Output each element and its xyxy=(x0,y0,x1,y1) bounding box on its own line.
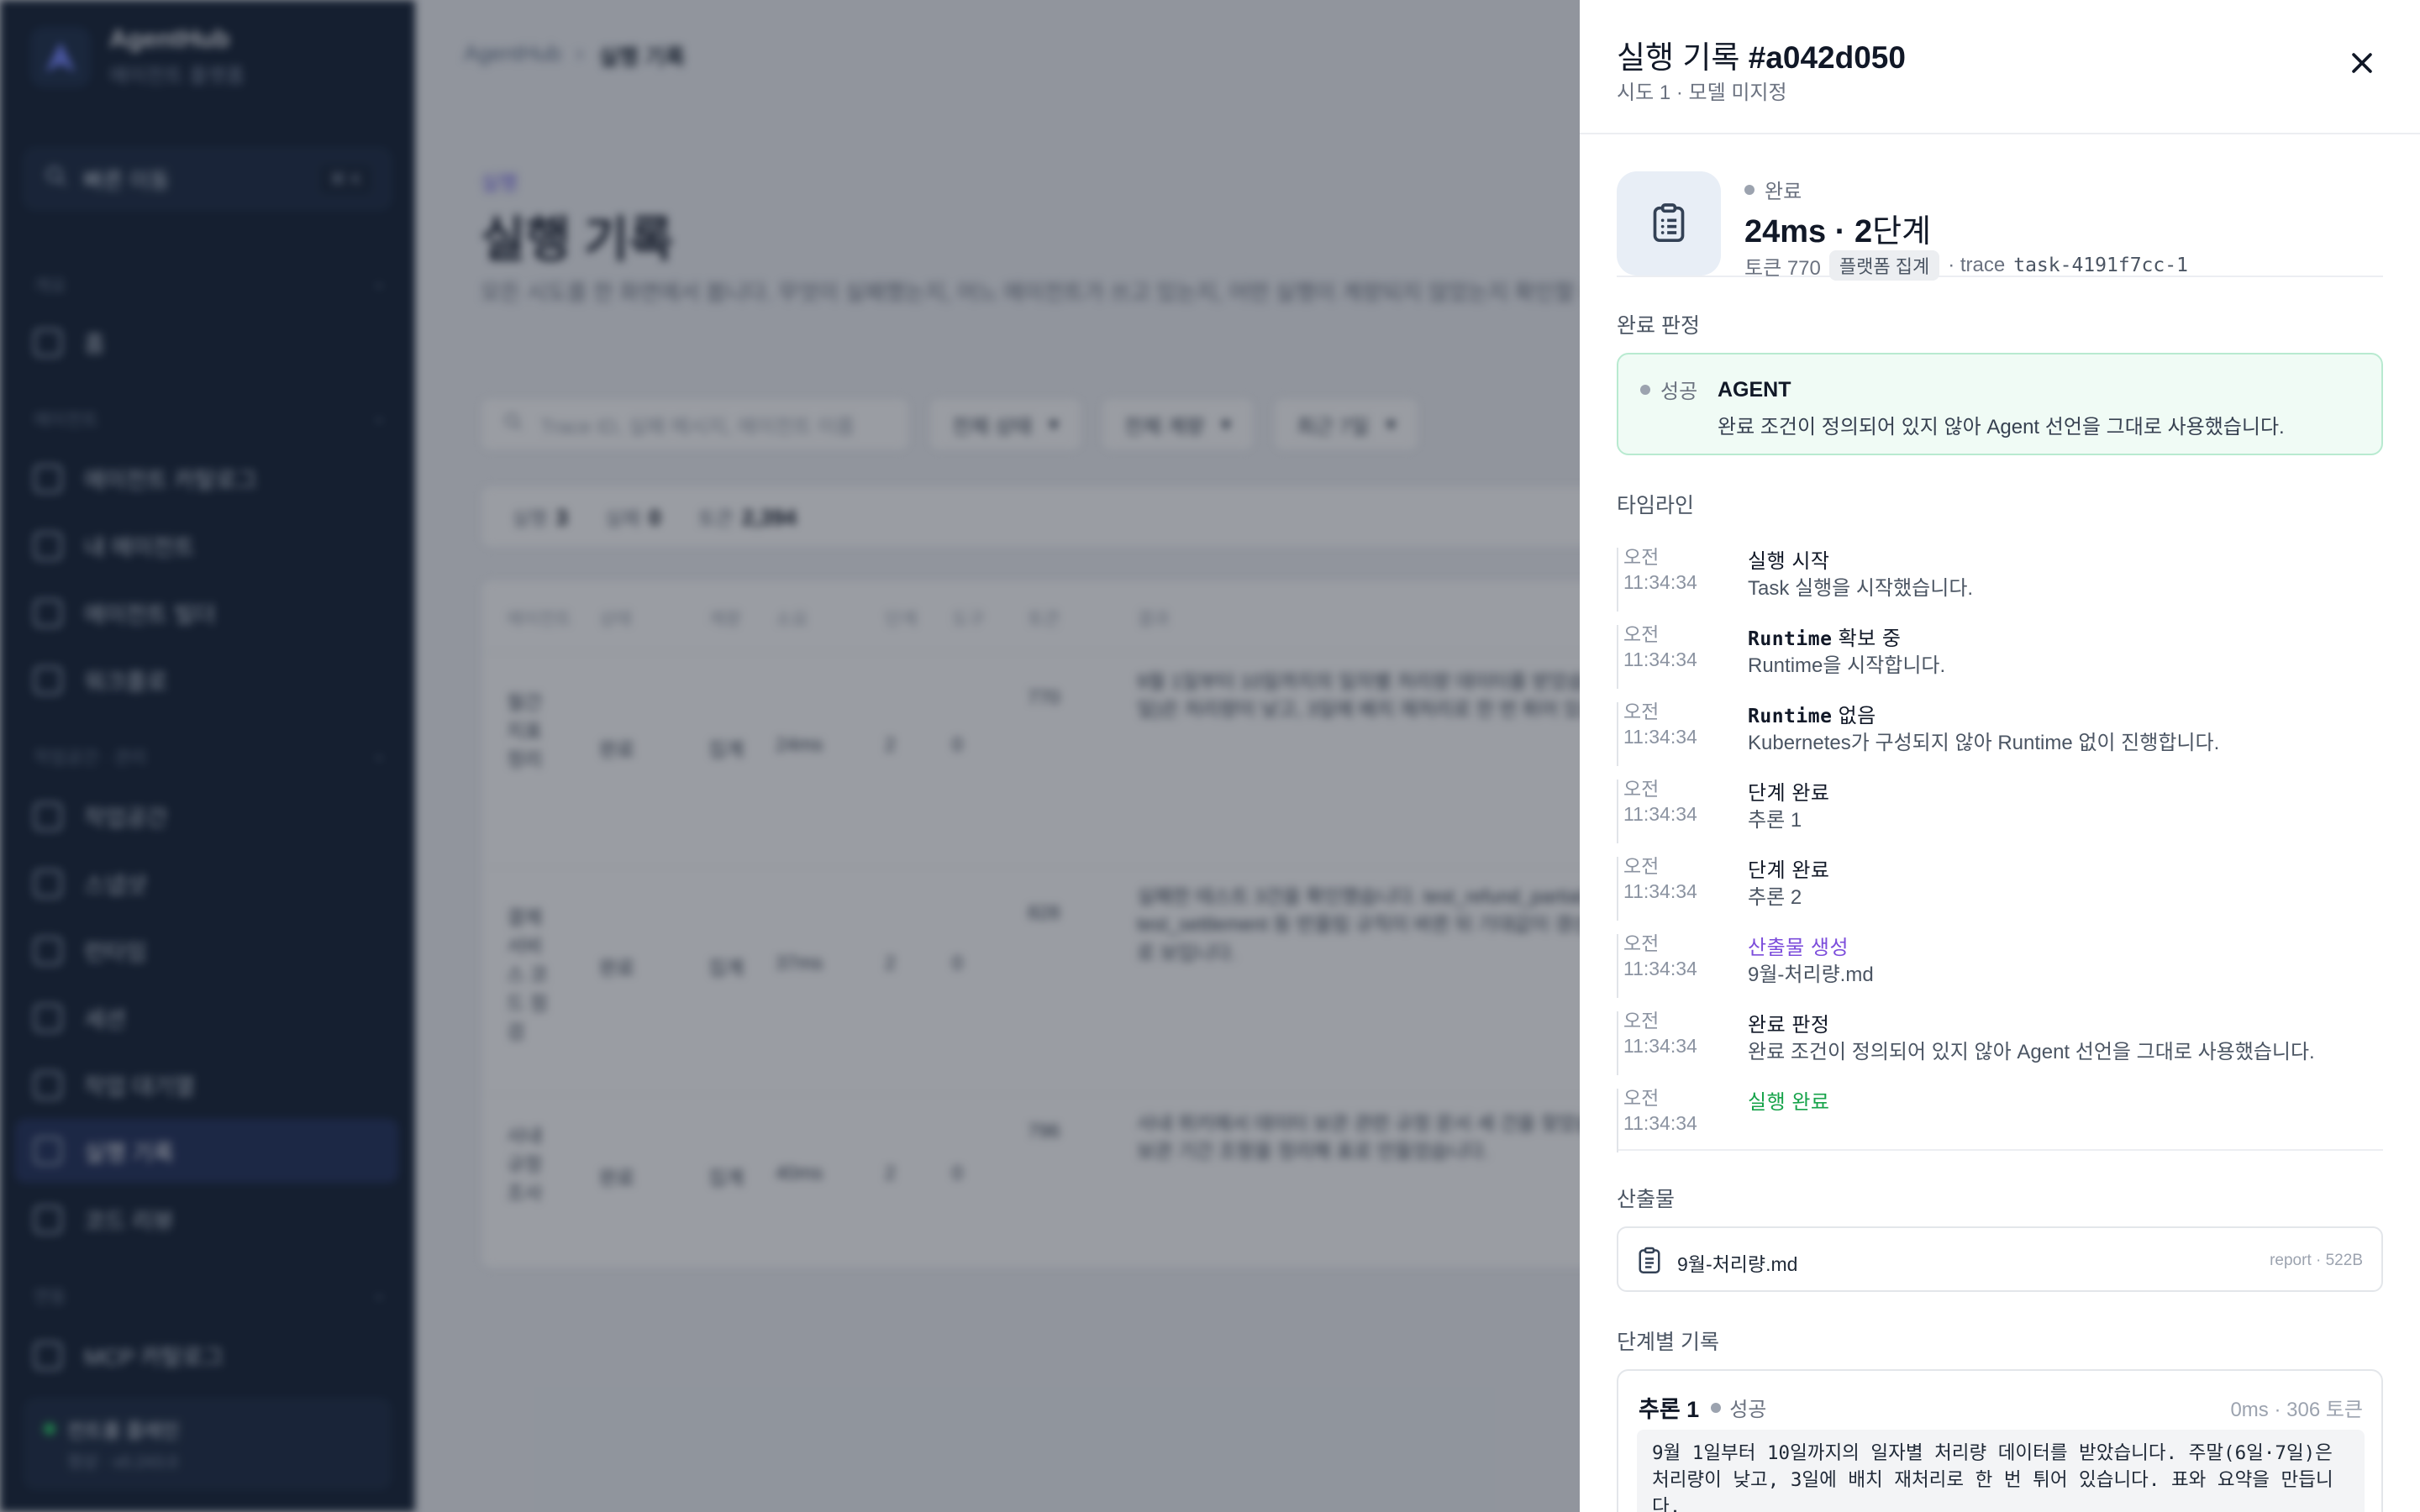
verdict-actor: AGENT xyxy=(1718,378,1791,402)
drawer-subtitle: 시도 1 · 모델 미지정 xyxy=(1617,81,1787,104)
steps-section-label: 단계별 기록 xyxy=(1617,1331,1719,1354)
timeline-item: 오전 11:34:34 단계 완료 추론 1 xyxy=(1617,773,2383,850)
timeline-item: 오전 11:34:34 산출물 생성 9월-처리량.md xyxy=(1617,927,2383,1005)
timeline-item: 오전 11:34:34 완료 판정 완료 조건이 정의되어 있지 않아 Agent… xyxy=(1617,1005,2383,1082)
step-record: 추론 1 성공 0ms · 306 토큰 9월 1일부터 10일까지의 일자별 … xyxy=(1617,1369,2383,1512)
verdict-text: 완료 조건이 정의되어 있지 않아 Agent 선언을 그대로 사용했습니다. xyxy=(1718,416,2285,438)
clipboard-icon xyxy=(1617,171,1721,276)
run-meta: 토큰 770 플랫폼 집계 · trace task-4191f7cc-1 xyxy=(1744,250,2188,281)
close-button[interactable] xyxy=(2341,42,2383,84)
timeline-item: 오전 11:34:34 단계 완료 추론 2 xyxy=(1617,850,2383,927)
run-summary: 완료 24ms · 2단계 토큰 770 플랫폼 집계 · trace task… xyxy=(1617,171,2383,281)
timeline-item: 오전 11:34:34 실행 시작 Task 실행을 시작했습니다. xyxy=(1617,541,2383,618)
metering-chip: 플랫폼 집계 xyxy=(1828,250,1940,281)
close-icon xyxy=(2352,53,2372,73)
trace-label: · trace xyxy=(1948,254,2006,276)
verdict-section-label: 완료 판정 xyxy=(1617,314,1700,338)
step-title: 추론 1 성공 xyxy=(1639,1391,1766,1424)
run-metric: 24ms · 2단계 xyxy=(1744,214,1932,249)
artifact-item[interactable]: 9월-처리량.md report · 522B xyxy=(1617,1226,2383,1292)
completion-verdict: 성공 AGENT 완료 조건이 정의되어 있지 않아 Agent 선언을 그대로… xyxy=(1617,353,2383,455)
artifact-meta: report · 522B xyxy=(2270,1252,2363,1269)
timeline-item: 오전 11:34:34 Runtime 없음 Kubernetes가 구성되지 않… xyxy=(1617,696,2383,773)
verdict-badge: 성공 xyxy=(1640,375,1697,404)
timeline-item: 오전 11:34:34 실행 완료 xyxy=(1617,1082,2383,1159)
run-detail-drawer: 실행 기록 #a042d050 시도 1 · 모델 미지정 완료 24ms · … xyxy=(1580,0,2420,1512)
timeline-section-label: 타임라인 xyxy=(1617,494,1695,517)
trace-id: task-4191f7cc-1 xyxy=(2013,255,2188,276)
artifact-name: 9월-처리량.md xyxy=(1677,1253,1798,1275)
drawer-header: 실행 기록 #a042d050 시도 1 · 모델 미지정 xyxy=(1580,0,2420,134)
step-meta: 0ms · 306 토큰 xyxy=(2230,1399,2363,1421)
status-badge: 성공 xyxy=(1711,1393,1766,1422)
clipboard-icon xyxy=(1637,1247,1662,1279)
timeline: 오전 11:34:34 실행 시작 Task 실행을 시작했습니다. 오전 11:3… xyxy=(1617,541,2383,1152)
token-count: 토큰 770 xyxy=(1744,256,1821,280)
timeline-item: 오전 11:34:34 Runtime 확보 중 Runtime을 시작합니다. xyxy=(1617,618,2383,696)
drawer-title: 실행 기록 #a042d050 xyxy=(1617,40,1906,75)
step-output: 9월 1일부터 10일까지의 일자별 처리량 데이터를 받았습니다. 주말(6일… xyxy=(1637,1430,2365,1512)
status-badge: 완료 xyxy=(1744,175,1802,204)
artifacts-section-label: 산출물 xyxy=(1617,1188,1676,1211)
